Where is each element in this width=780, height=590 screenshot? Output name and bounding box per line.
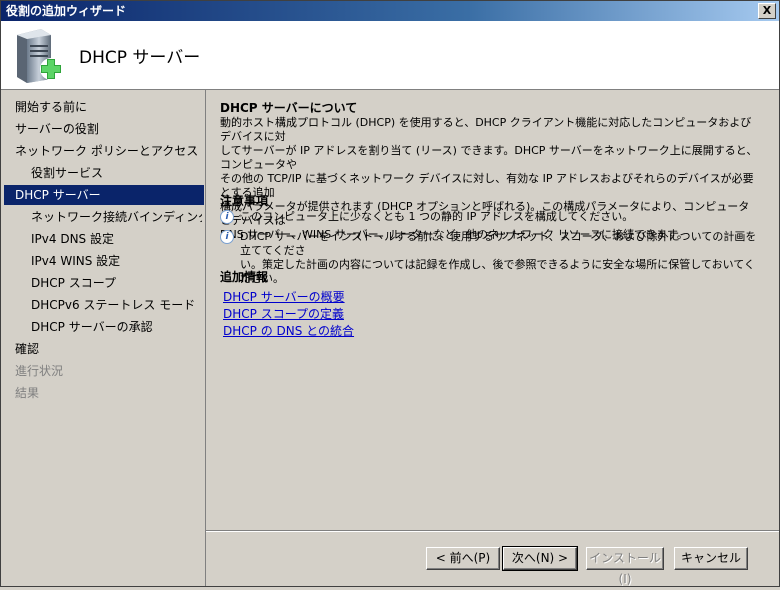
back-button[interactable]: < 前へ(P) [426, 547, 500, 570]
notes-title: 注意事項 [220, 194, 269, 208]
wizard-header: DHCP サーバー [1, 21, 779, 90]
bottom-separator-highlight [206, 531, 779, 532]
about-line: その他の TCP/IP に基づくネットワーク デバイスに対し、有効な IP アド… [220, 172, 754, 199]
wizard-steps-sidebar: 開始する前に サーバーの役割 ネットワーク ポリシーとアクセス サービ... 役… [1, 90, 204, 586]
step-network-binding[interactable]: ネットワーク接続バインディング [1, 207, 202, 227]
link-dhcp-overview[interactable]: DHCP サーバーの概要 [223, 288, 345, 305]
step-dhcp-authorization[interactable]: DHCP サーバーの承認 [1, 317, 202, 337]
page-title: DHCP サーバー [79, 48, 201, 68]
step-ipv4-dns[interactable]: IPv4 DNS 設定 [1, 229, 202, 249]
step-network-policy[interactable]: ネットワーク ポリシーとアクセス サービ... [1, 141, 202, 161]
next-button[interactable]: 次へ(N) > [502, 546, 578, 571]
step-dhcp-server[interactable]: DHCP サーバー [4, 185, 204, 205]
window-title: 役割の追加ウィザード [6, 4, 127, 18]
about-line: してサーバーが IP アドレスを割り当て (リース) できます。DHCP サーバ… [220, 144, 758, 171]
note-planning: i DHCP サーバーをインストールする前に、使用するサブネット、スコープ、およ… [220, 230, 760, 285]
step-server-roles[interactable]: サーバーの役割 [1, 119, 202, 139]
about-title: DHCP サーバーについて [220, 101, 358, 115]
step-progress: 進行状況 [15, 364, 64, 378]
link-dhcp-scope[interactable]: DHCP スコープの定義 [223, 305, 344, 322]
about-line: 動的ホスト構成プロトコル (DHCP) を使用すると、DHCP クライアント機能… [220, 116, 752, 143]
server-add-icon [11, 27, 63, 83]
step-role-services[interactable]: 役割サービス [1, 163, 202, 183]
step-confirmation[interactable]: 確認 [1, 339, 202, 359]
title-bar[interactable]: 役割の追加ウィザード X [1, 1, 779, 21]
link-dhcp-dns[interactable]: DHCP の DNS との統合 [223, 322, 354, 339]
note-static-ip: i このコンピュータ上に少なくとも 1 つの静的 IP アドレスを構成してくださ… [220, 210, 760, 226]
install-button: インストール(I) [586, 547, 664, 586]
wizard-window: 役割の追加ウィザード X DHCP サーバー 開始する前に サーバーの役割 ネッ… [0, 0, 780, 587]
info-title: 追加情報 [220, 270, 269, 284]
cancel-button[interactable]: キャンセル [674, 547, 748, 570]
step-dhcp-scope[interactable]: DHCP スコープ [1, 273, 202, 293]
step-ipv4-wins[interactable]: IPv4 WINS 設定 [1, 251, 202, 271]
step-results: 結果 [15, 386, 40, 400]
step-before-you-begin[interactable]: 開始する前に [1, 97, 202, 117]
close-button[interactable]: X [758, 3, 776, 19]
step-dhcpv6-stateless[interactable]: DHCPv6 ステートレス モード [1, 295, 202, 315]
info-icon: i [220, 230, 234, 244]
content-pane: DHCP サーバーについて 動的ホスト構成プロトコル (DHCP) を使用すると… [206, 90, 779, 530]
info-icon: i [220, 210, 234, 224]
